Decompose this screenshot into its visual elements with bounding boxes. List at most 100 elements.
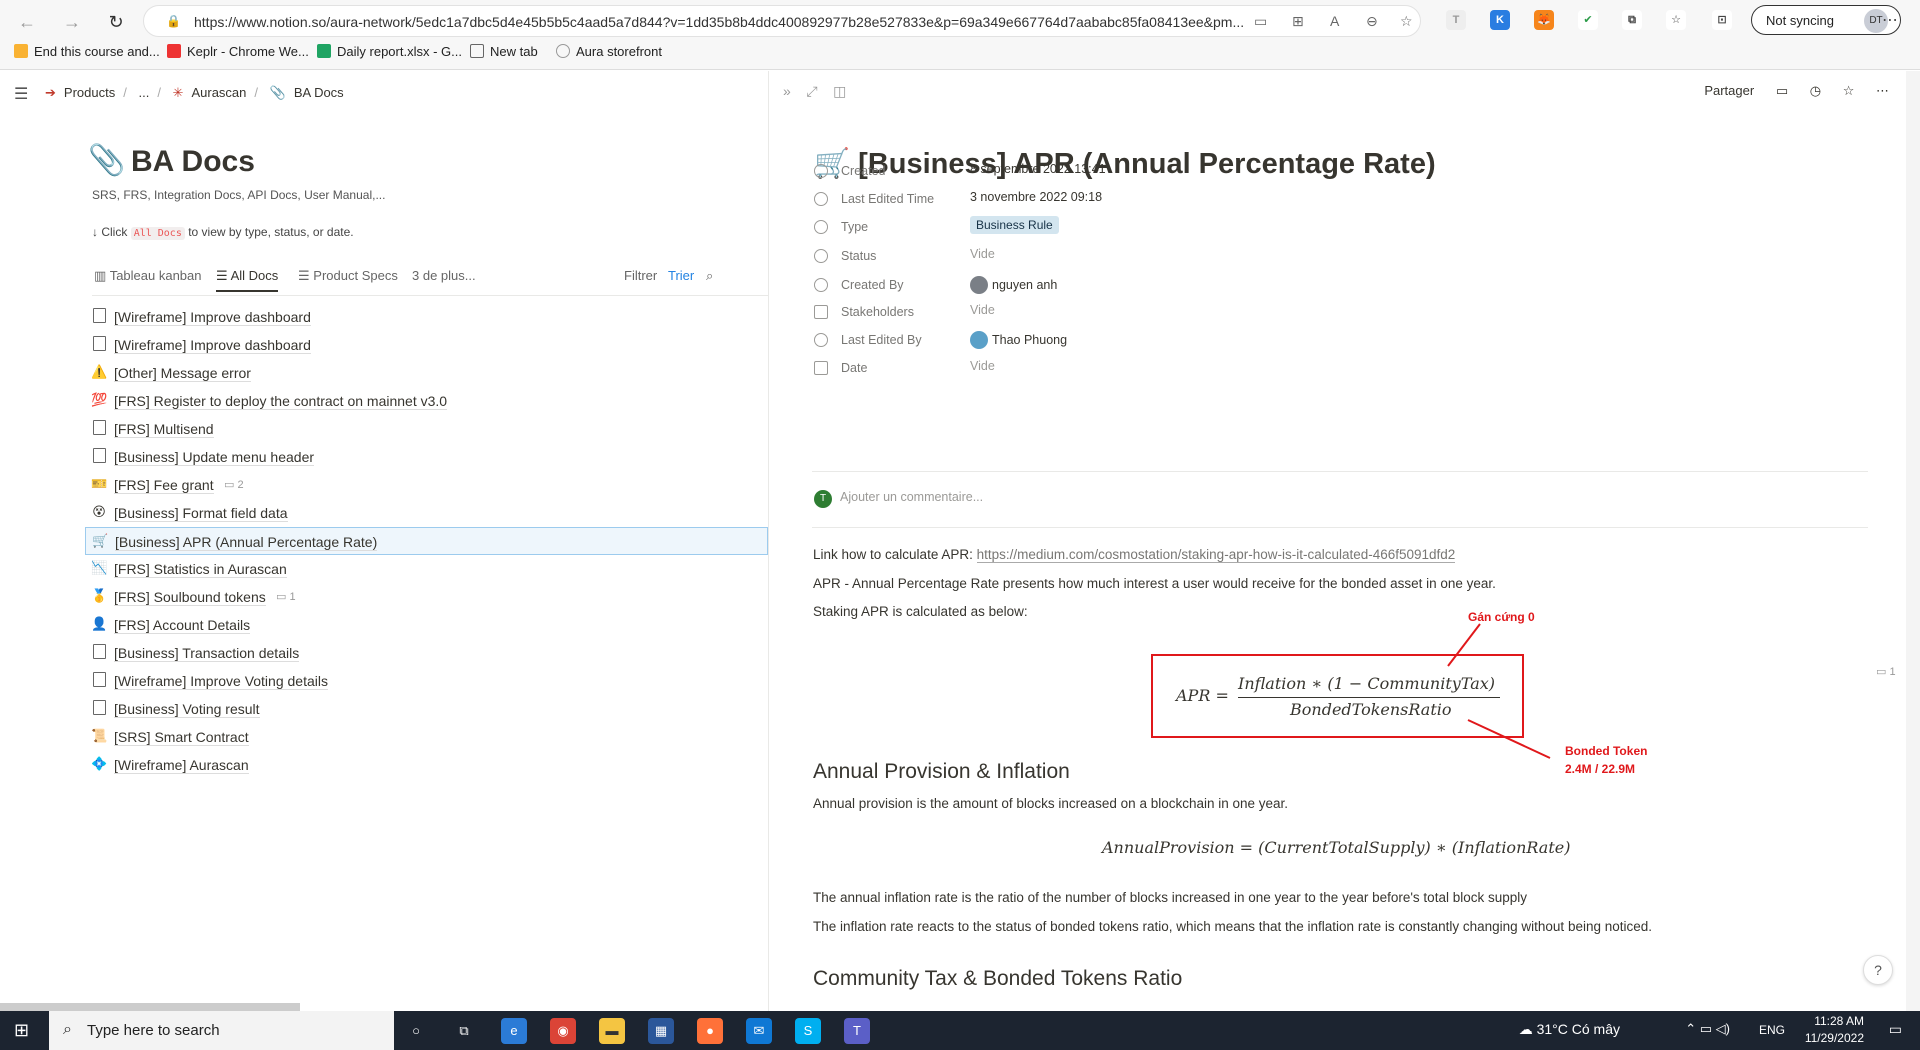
list-item[interactable]: 🎫 [FRS] Fee grant ▭ 2	[85, 471, 768, 499]
comment-input[interactable]: T Ajouter un commentaire...	[814, 490, 983, 508]
tab-kanban[interactable]: ▥ Tableau kanban	[94, 268, 202, 284]
teams-icon[interactable]: T	[844, 1018, 870, 1044]
tab-all-docs[interactable]: ☰ All Docs	[216, 268, 279, 292]
scrollbar[interactable]	[1906, 71, 1920, 1011]
search-icon: ⌕	[63, 1021, 72, 1038]
list-item[interactable]: 📜 [SRS] Smart Contract	[85, 723, 768, 751]
list-item-title: [Business] Transaction details	[114, 645, 300, 662]
history-icon[interactable]: ◷	[1810, 83, 1821, 98]
list-item[interactable]: [Wireframe] Improve Voting details	[85, 667, 768, 695]
breadcrumb-ba-docs[interactable]: BA Docs	[294, 85, 344, 100]
list-item[interactable]: 📉 [FRS] Statistics in Aurascan	[85, 555, 768, 583]
breadcrumb-products[interactable]: Products	[64, 85, 115, 100]
tray-icons[interactable]: ⌃ ▭ ◁)	[1685, 1021, 1730, 1037]
read-aloud-icon[interactable]: A	[1330, 13, 1339, 29]
store-icon[interactable]: ▦	[648, 1018, 674, 1044]
expand-icon[interactable]: ⤢	[806, 83, 817, 99]
zoom-icon[interactable]: ⊖	[1366, 13, 1378, 30]
extension-leaf-icon[interactable]: ✔	[1578, 10, 1598, 30]
refresh-icon[interactable]: ↻	[102, 8, 130, 36]
breadcrumb-aurascan[interactable]: Aurascan	[191, 85, 246, 100]
list-item[interactable]: 🛒 [Business] APR (Annual Percentage Rate)	[85, 527, 768, 555]
favorite-icon[interactable]: ☆	[1843, 83, 1855, 98]
person-icon: 👤	[91, 616, 108, 631]
breadcrumb: ➔ Products / ... / ✳ Aurascan / 📎 BA Docs	[45, 85, 344, 100]
tab-product-specs[interactable]: ☰ Product Specs	[298, 268, 398, 284]
back-icon[interactable]: ←	[13, 8, 41, 36]
list-item[interactable]: [Wireframe] Improve dashboard	[85, 331, 768, 359]
help-button[interactable]: ?	[1863, 955, 1893, 985]
bookmark-item[interactable]: New tab	[470, 44, 538, 59]
qr-icon[interactable]: ⊞	[1292, 13, 1304, 30]
comment-count: ▭ 2	[224, 479, 244, 491]
skype-icon[interactable]: S	[795, 1018, 821, 1044]
chrome-icon[interactable]: ◉	[550, 1018, 576, 1044]
collections-icon[interactable]: ⊡	[1712, 10, 1732, 30]
extension-t-icon[interactable]: T	[1446, 10, 1466, 30]
list-item[interactable]: 💠 [Wireframe] Aurascan	[85, 751, 768, 779]
favorite-icon[interactable]: ☆	[1400, 13, 1413, 30]
language-indicator[interactable]: ENG	[1759, 1023, 1785, 1037]
doc-list: [Wireframe] Improve dashboard [Wireframe]…	[85, 303, 768, 779]
filter-button[interactable]: Filtrer	[624, 268, 657, 283]
hint-code: All Docs	[130, 227, 185, 240]
list-item[interactable]: [FRS] Multisend	[85, 415, 768, 443]
sort-button[interactable]: Trier	[668, 268, 694, 283]
link-paragraph: Link how to calculate APR: https://mediu…	[813, 547, 1456, 563]
bookmark-item[interactable]: Aura storefront	[556, 44, 662, 59]
cortana-icon[interactable]: ○	[403, 1018, 429, 1044]
favorites-icon[interactable]: ☆	[1666, 10, 1686, 30]
divider	[812, 527, 1868, 528]
extensions-icon[interactable]: ⧉	[1622, 10, 1642, 30]
comment-count[interactable]: ▭ 1	[1876, 665, 1896, 678]
more-icon[interactable]: ⋯	[1876, 83, 1889, 98]
clock-time[interactable]: 11:28 AM	[1814, 1014, 1864, 1028]
task-view-icon[interactable]: ⧉	[451, 1018, 477, 1044]
forward-icon[interactable]: →	[58, 8, 86, 36]
paragraph: Annual provision is the amount of blocks…	[813, 796, 1289, 811]
warning-icon: ⚠️	[91, 364, 108, 379]
list-item[interactable]: [Business] Transaction details	[85, 639, 768, 667]
edge-icon[interactable]: e	[501, 1018, 527, 1044]
tab-more-views[interactable]: 3 de plus...	[412, 268, 476, 283]
apr-link[interactable]: https://medium.com/cosmostation/staking-…	[976, 547, 1456, 563]
list-item[interactable]: [Wireframe] Improve dashboard	[85, 303, 768, 331]
list-item[interactable]: 💯 [FRS] Register to deploy the contract o…	[85, 387, 768, 415]
file-explorer-icon[interactable]: ▬	[599, 1018, 625, 1044]
list-item[interactable]: [Business] Voting result	[85, 695, 768, 723]
list-item[interactable]: 😵 [Business] Format field data	[85, 499, 768, 527]
firefox-icon[interactable]: ●	[697, 1018, 723, 1044]
side-peek-icon[interactable]: ◫	[833, 83, 846, 99]
extension-k-icon[interactable]: K	[1490, 10, 1510, 30]
app-available-icon[interactable]: ▭	[1254, 13, 1267, 30]
list-item[interactable]: ⚠️ [Other] Message error	[85, 359, 768, 387]
address-bar[interactable]: 🔒 https://www.notion.so/aura-network/5ed…	[143, 5, 1421, 37]
heading-community-tax: Community Tax & Bonded Tokens Ratio	[813, 967, 1183, 990]
breadcrumb-ellipsis[interactable]: ...	[138, 85, 149, 100]
products-icon: ➔	[45, 85, 56, 100]
metamask-icon[interactable]: 🦊	[1534, 10, 1554, 30]
windows-start-icon[interactable]: ⊞	[14, 1020, 29, 1041]
list-item[interactable]: 👤 [FRS] Account Details	[85, 611, 768, 639]
url-text[interactable]: https://www.notion.so/aura-network/5edc1…	[194, 14, 1254, 30]
horizontal-scrollbar[interactable]	[0, 1003, 300, 1011]
medal-icon: 🥇	[91, 588, 108, 603]
taskbar-search[interactable]: ⌕ Type here to search	[49, 1011, 394, 1050]
weather[interactable]: ☁ 31°C Có mây	[1519, 1021, 1620, 1038]
comments-icon[interactable]: ▭	[1776, 83, 1788, 98]
mail-icon[interactable]: ✉	[746, 1018, 772, 1044]
list-item[interactable]: [Business] Update menu header	[85, 443, 768, 471]
bookmark-item[interactable]: Keplr - Chrome We...	[167, 44, 309, 59]
sync-button[interactable]: Not syncing DT	[1751, 5, 1901, 35]
list-item-title: [FRS] Account Details	[114, 617, 251, 634]
list-item[interactable]: 🥇 [FRS] Soulbound tokens ▭ 1	[85, 583, 768, 611]
bookmark-item[interactable]: End this course and...	[14, 44, 160, 59]
search-icon[interactable]: ⌕	[706, 268, 713, 284]
menu-icon[interactable]: ☰	[14, 84, 28, 104]
bookmark-item[interactable]: Daily report.xlsx - G...	[317, 44, 462, 59]
close-peek-icon[interactable]: »	[783, 83, 791, 99]
clock-date[interactable]: 11/29/2022	[1805, 1031, 1864, 1045]
share-button[interactable]: Partager	[1704, 83, 1754, 98]
notifications-icon[interactable]: ▭	[1889, 1021, 1902, 1038]
more-icon[interactable]: ⋯	[1882, 10, 1898, 30]
